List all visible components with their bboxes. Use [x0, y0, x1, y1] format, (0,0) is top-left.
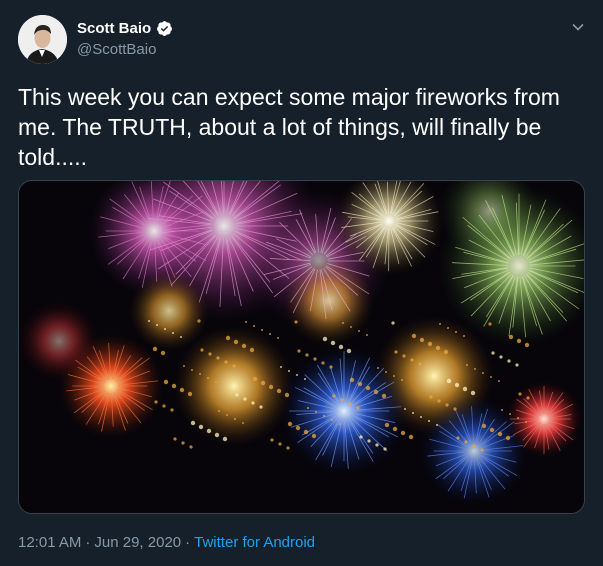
- author-display-name[interactable]: Scott Baio: [77, 20, 151, 37]
- tweet-time[interactable]: 12:01 AM: [18, 534, 81, 551]
- author-handle[interactable]: @ScottBaio: [77, 41, 156, 58]
- chevron-down-icon[interactable]: [569, 18, 587, 36]
- tweet-source-link[interactable]: Twitter for Android: [194, 534, 315, 551]
- tweet-card: Scott Baio @ScottBaio This week you can …: [0, 0, 603, 566]
- fireworks-photo[interactable]: [18, 180, 585, 514]
- meta-separator: ·: [185, 534, 191, 551]
- avatar[interactable]: [18, 15, 67, 64]
- tweet-text: This week you can expect some major fire…: [18, 84, 560, 170]
- tweet-meta: 12:01 AM · Jun 29, 2020 · Twitter for An…: [18, 534, 315, 551]
- verified-badge-icon: [156, 20, 173, 37]
- tweet-date[interactable]: Jun 29, 2020: [94, 534, 181, 551]
- firework-burst: [174, 326, 294, 446]
- author-name-row[interactable]: Scott Baio: [77, 20, 173, 37]
- meta-separator: ·: [85, 534, 91, 551]
